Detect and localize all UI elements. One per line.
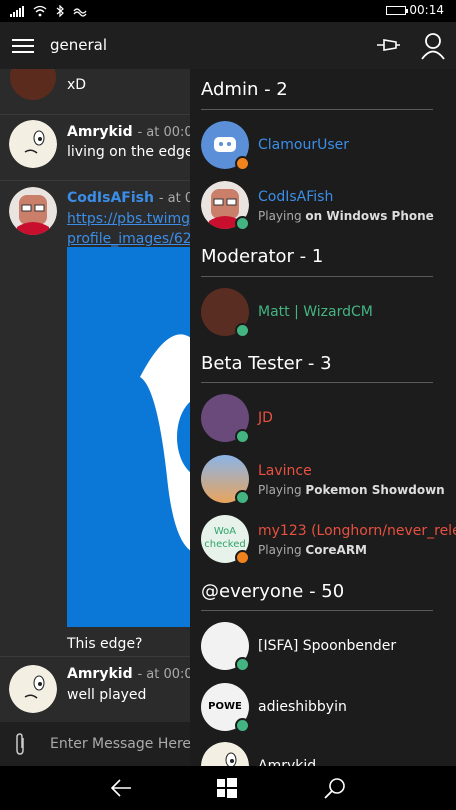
section-header-moderator: Moderator - 1	[201, 246, 324, 267]
author-name: Amrykid	[67, 666, 133, 682]
message-link[interactable]: profile_images/626	[67, 231, 190, 247]
message-input[interactable]: Enter Message Here...	[50, 736, 204, 752]
status-game: Pokemon Showdown	[305, 483, 445, 497]
avatar-text: POWE	[208, 701, 242, 712]
avatar	[10, 69, 56, 100]
member-name: [ISFA] Spoonbender	[258, 638, 397, 654]
member-status: Playing on Windows Phone	[258, 209, 434, 223]
status-prefix: Playing	[258, 209, 302, 223]
sync-icon	[73, 8, 87, 17]
author-name: Amrykid	[67, 124, 133, 140]
member-name: my123 (Longhorn/never_releas	[258, 523, 456, 539]
member-name: ClamourUser	[258, 137, 349, 153]
app-bar: general	[0, 22, 456, 69]
section-header-admin: Admin - 2	[201, 79, 288, 100]
status-time: 00:14	[409, 3, 444, 17]
section-header-beta: Beta Tester - 3	[201, 353, 332, 374]
member-item[interactable]: WoA checked my123 (Longhorn/never_releas…	[190, 515, 456, 575]
message-link[interactable]: https://pbs.twimg.co	[67, 211, 190, 227]
member-item[interactable]: [ISFA] Spoonbender	[190, 622, 456, 682]
divider	[201, 610, 433, 611]
message-text: xD	[67, 77, 87, 93]
member-item[interactable]: JD	[190, 394, 456, 454]
system-nav-bar	[0, 766, 456, 810]
online-status-dot	[235, 718, 250, 733]
member-name: Amrykid	[258, 758, 317, 766]
member-name: adieshibbyin	[258, 699, 347, 715]
battery-icon	[386, 6, 408, 15]
bluetooth-icon	[56, 5, 64, 17]
image-embed[interactable]	[67, 247, 190, 627]
member-name: JD	[258, 410, 273, 426]
avatar	[9, 665, 57, 713]
avatar	[9, 120, 57, 168]
status-prefix: Playing	[258, 543, 302, 557]
signal-icon	[10, 6, 24, 17]
edge-logo-icon	[140, 334, 190, 551]
divider	[201, 276, 433, 277]
pin-icon[interactable]	[374, 32, 402, 58]
message: Amrykid - at 00:03 living on the edge	[0, 114, 190, 181]
online-status-dot	[235, 429, 250, 444]
member-name: Lavince	[258, 463, 312, 479]
avatar	[9, 187, 57, 235]
avatar-text: WoA	[213, 526, 237, 537]
wifi-icon	[33, 5, 47, 17]
message-text: well played	[67, 687, 147, 703]
message-text: living on the edge	[67, 144, 190, 160]
back-icon[interactable]	[110, 778, 132, 798]
online-status-dot	[235, 216, 250, 231]
message-input-bar: Enter Message Here...	[0, 722, 204, 766]
member-item[interactable]: CodIsAFish Playing on Windows Phone	[190, 181, 456, 241]
members-panel[interactable]: Admin - 2 ClamourUser CodIsAFish Playing…	[190, 69, 456, 766]
idle-status-dot	[235, 550, 250, 565]
member-status: Playing Pokemon Showdown	[258, 483, 445, 497]
online-status-dot	[235, 657, 250, 672]
member-item[interactable]: POWE adieshibbyin	[190, 683, 456, 743]
member-item[interactable]: Matt | WizardCM	[190, 288, 456, 348]
divider	[201, 382, 433, 383]
message-author: Amrykid - at 00:04	[67, 666, 190, 682]
search-icon[interactable]	[324, 777, 346, 799]
hamburger-icon[interactable]	[12, 39, 34, 53]
message-time: - at 00:03	[137, 125, 190, 140]
idle-status-dot	[235, 156, 250, 171]
message: xD	[0, 69, 190, 115]
member-status: Playing CoreARM	[258, 543, 367, 557]
message: Amrykid - at 00:04 well played	[0, 656, 190, 722]
message-time: - at 00:04	[137, 667, 190, 682]
paperclip-icon[interactable]	[12, 732, 28, 756]
online-status-dot	[235, 490, 250, 505]
windows-icon[interactable]	[217, 778, 237, 798]
message: CodIsAFish - at 00:0 https://pbs.twimg.c…	[0, 180, 190, 657]
message-author: Amrykid - at 00:03	[67, 124, 190, 140]
message-caption: This edge?	[67, 636, 143, 652]
divider	[201, 109, 433, 110]
status-game: on Windows Phone	[305, 209, 434, 223]
status-prefix: Playing	[258, 483, 302, 497]
author-name: CodIsAFish	[67, 190, 154, 206]
section-header-everyone: @everyone - 50	[201, 581, 345, 602]
member-item[interactable]: ClamourUser	[190, 121, 456, 181]
online-status-dot	[235, 323, 250, 338]
member-item[interactable]: Amrykid	[190, 742, 456, 766]
member-item[interactable]: Lavince Playing Pokemon Showdown	[190, 455, 456, 515]
chat-pane[interactable]: xD Amrykid - at 00:03 living on the edge…	[0, 69, 190, 722]
message-author: CodIsAFish - at 00:0	[67, 190, 190, 206]
channel-title: general	[50, 36, 108, 54]
status-game: CoreARM	[305, 543, 367, 557]
user-icon[interactable]	[420, 32, 446, 60]
avatar	[201, 742, 249, 766]
message-time: - at 00:0	[158, 191, 190, 206]
member-name: Matt | WizardCM	[258, 304, 373, 320]
status-icons	[10, 5, 87, 17]
member-name: CodIsAFish	[258, 189, 334, 205]
status-bar: 00:14	[0, 0, 456, 22]
message-author-cut	[67, 69, 72, 73]
